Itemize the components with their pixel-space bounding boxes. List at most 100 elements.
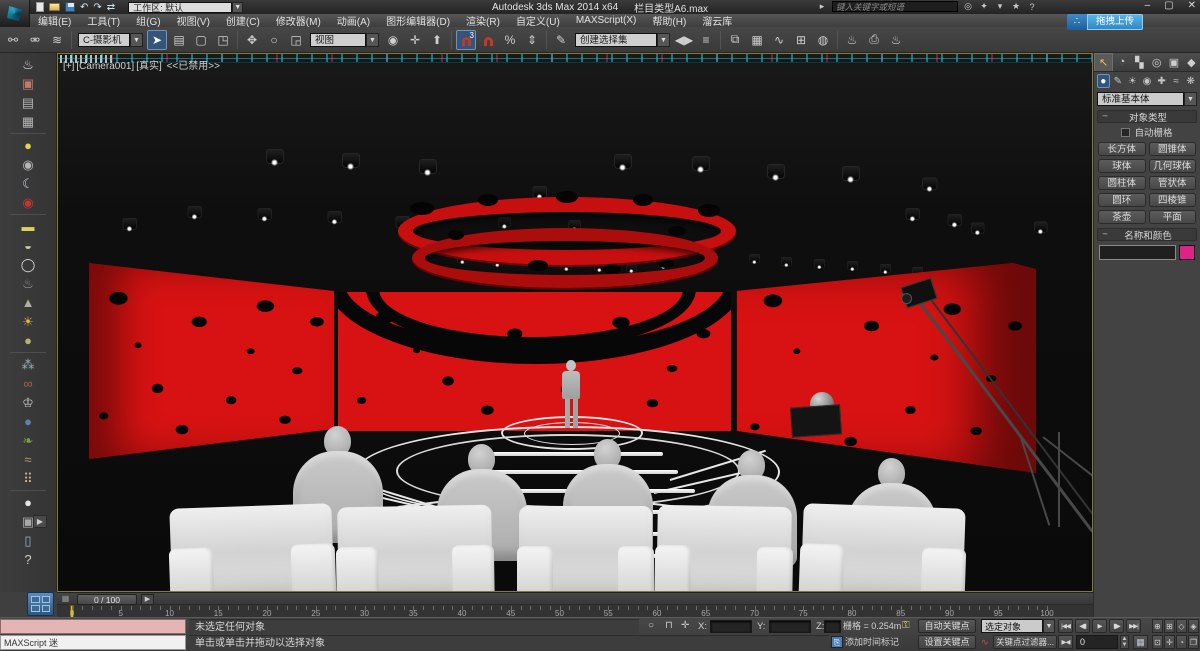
moving-head-light[interactable] — [120, 218, 138, 234]
reference-coordinate-value[interactable]: 视图 — [310, 32, 366, 47]
layer-manager-button[interactable]: ⧉ — [725, 30, 745, 50]
align-button[interactable]: ≡ — [696, 30, 716, 50]
redo-icon[interactable]: ↷ — [93, 2, 101, 13]
current-frame-field[interactable]: 0 — [1076, 635, 1118, 649]
angle-snap-button[interactable] — [478, 30, 498, 50]
autogrid-checkbox[interactable] — [1121, 127, 1131, 137]
help-icon[interactable]: ? — [1026, 2, 1038, 12]
category-cameras-icon[interactable]: ◉ — [1140, 74, 1153, 88]
next-frame-nub[interactable]: ▶ — [141, 593, 154, 605]
category-systems-icon[interactable]: ❋ — [1184, 74, 1197, 88]
moving-head-light[interactable] — [920, 177, 939, 195]
white-armchair[interactable] — [800, 503, 966, 591]
material-editor-button[interactable]: ◍ — [813, 30, 833, 50]
bind-to-spacewarp-icon[interactable]: ≋ — [47, 30, 67, 50]
communication-icon[interactable]: ▾ — [994, 1, 1006, 12]
rain-particles-icon[interactable]: ⁂ — [13, 355, 43, 374]
render-image-icon[interactable]: ▣ — [13, 74, 43, 93]
tab-create[interactable]: ↖ — [1094, 53, 1114, 71]
add-time-tag-button[interactable]: 添加时间标记 — [845, 636, 913, 649]
moving-head-light[interactable] — [845, 261, 859, 273]
moving-head-light[interactable] — [969, 222, 986, 238]
select-and-move-button[interactable]: ✥ — [242, 30, 262, 50]
wire-teapot-icon[interactable]: ♨ — [13, 274, 43, 293]
toolbar-flyout-button[interactable]: ▶ — [33, 515, 47, 528]
subscription-icon[interactable]: ✦ — [978, 1, 990, 12]
selection-set-dropdown[interactable]: 选定对象 ▼ — [981, 619, 1055, 633]
white-sphere-icon[interactable]: ● — [13, 493, 43, 512]
select-and-rotate-button[interactable]: ○ — [264, 30, 284, 50]
named-selection-sets-dropdown[interactable]: 创建选择集 ▼ — [575, 32, 670, 47]
moving-head-light[interactable] — [689, 156, 711, 176]
chevron-down-icon[interactable]: ▼ — [657, 32, 670, 47]
play-button[interactable]: ▶ — [1092, 619, 1107, 633]
menu-item-3[interactable]: 视图(V) — [169, 13, 218, 28]
moving-head-light[interactable] — [255, 208, 273, 224]
leaf-icon[interactable]: ❧ — [13, 431, 43, 450]
speaker-camera-icon[interactable]: ◉ — [13, 155, 43, 174]
workspace-dropdown[interactable]: 工作区: 默认 ▼ — [128, 1, 244, 13]
moon-icon[interactable]: ☾ — [13, 174, 43, 193]
cloud-upload-badge[interactable]: ∴ 拖拽上传 — [1066, 14, 1143, 30]
select-and-link-icon[interactable]: ⚯ — [3, 30, 23, 50]
camera-viewport[interactable]: [+] [Camera001] [真实] <<已禁用>> — [57, 53, 1093, 592]
tab-motion[interactable]: ◎ — [1148, 53, 1165, 71]
render-elements-icon[interactable]: ▤ — [13, 93, 43, 112]
rendered-frame-button[interactable]: ⎙ — [864, 30, 884, 50]
expand-arrow-icon[interactable]: ▸ — [816, 1, 828, 12]
select-by-name-button[interactable]: ▤ — [169, 30, 189, 50]
workspace-value[interactable]: 工作区: 默认 — [128, 1, 233, 13]
hair-fur-icon[interactable]: ≈ — [13, 450, 43, 469]
percent-snap-button[interactable]: % — [500, 30, 520, 50]
button-sphere[interactable]: 球体 — [1098, 159, 1146, 173]
object-color-swatch[interactable] — [1179, 245, 1195, 260]
button-teapot[interactable]: 茶壶 — [1098, 210, 1146, 224]
app-logo-button[interactable] — [0, 0, 30, 27]
orbit-button[interactable]: ◔ — [1176, 635, 1187, 649]
ring-light-icon[interactable]: ◯ — [13, 255, 43, 274]
moving-head-light[interactable] — [764, 164, 786, 184]
category-helpers-icon[interactable]: ✚ — [1155, 74, 1168, 88]
light-bulb-icon[interactable]: ● — [13, 136, 43, 155]
earth-icon[interactable]: ● — [13, 412, 43, 431]
window-crossing-button[interactable]: ◳ — [213, 30, 233, 50]
selection-region-button[interactable]: ▢ — [191, 30, 211, 50]
key-filters-button[interactable]: 关键点过滤器... — [993, 635, 1057, 649]
chevron-down-icon[interactable]: ▼ — [130, 32, 143, 47]
white-armchair[interactable] — [337, 504, 493, 591]
moving-head-light[interactable] — [185, 206, 203, 222]
sun-icon[interactable]: ☀ — [13, 312, 43, 331]
tab-utilities[interactable]: ◆ — [1183, 53, 1200, 71]
absolute-offset-icon[interactable]: ✛ — [681, 620, 689, 631]
cone-icon[interactable]: ▲ — [13, 293, 43, 312]
render-production-button[interactable]: ♨ — [886, 30, 906, 50]
zoom-extents-button[interactable]: ◇ — [1176, 619, 1187, 633]
white-armchair[interactable] — [656, 504, 792, 591]
rect-light-icon[interactable]: ▬ — [13, 217, 43, 236]
led-screen-center[interactable] — [338, 292, 731, 431]
viewport-menu-shading[interactable]: [真实] — [136, 61, 162, 72]
button-geosphere[interactable]: 几何球体 — [1148, 159, 1196, 173]
selection-lock-icon[interactable]: ⊓ — [665, 620, 673, 631]
snap-toggle-3d-button[interactable]: 3 — [456, 29, 476, 50]
unlink-selection-icon[interactable]: ⚮ — [25, 30, 45, 50]
chevron-down-icon[interactable]: ▼ — [1184, 92, 1197, 106]
spheres-pair-icon[interactable]: ∞ — [13, 374, 43, 393]
zoom-button[interactable]: ⊕ — [1152, 619, 1163, 633]
moving-head-light[interactable] — [1032, 221, 1049, 237]
select-object-button[interactable]: ➤ — [147, 29, 167, 50]
mirror-button[interactable]: ◀▶ — [674, 30, 694, 50]
stage-prop-box[interactable] — [790, 404, 842, 438]
category-spacewarps-icon[interactable]: ≈ — [1170, 74, 1183, 88]
maxscript-mini-listener[interactable]: MAXScript 迷 — [0, 635, 186, 650]
menu-item-6[interactable]: 动画(A) — [329, 13, 378, 28]
led-screen-right[interactable] — [737, 263, 1036, 473]
button-pyramid[interactable]: 四棱锥 — [1148, 193, 1196, 207]
dome-light-icon[interactable]: ◒ — [13, 236, 43, 255]
menu-item-4[interactable]: 创建(C) — [218, 13, 268, 28]
goto-end-button[interactable]: ▶▶| — [1126, 619, 1141, 633]
chevron-down-icon[interactable]: ▼ — [1043, 619, 1055, 633]
help-circle-icon[interactable]: ? — [13, 550, 43, 569]
time-slider-grip[interactable]: 0 / 100 — [77, 593, 137, 605]
moving-head-light[interactable] — [325, 211, 343, 227]
